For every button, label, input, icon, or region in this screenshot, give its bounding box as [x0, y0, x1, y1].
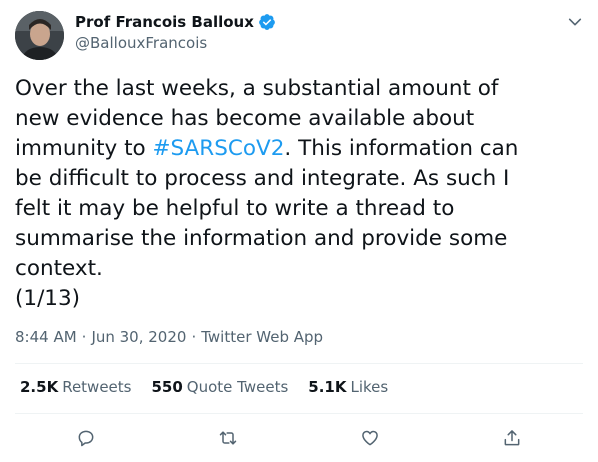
share-icon — [504, 430, 520, 446]
likes-stat[interactable]: 5.1K Likes — [308, 378, 388, 396]
retweet-button[interactable] — [216, 426, 240, 450]
author-display-name[interactable]: Prof Francois Balloux — [75, 13, 254, 31]
likes-label: Likes — [350, 378, 389, 396]
tweet-text: Over the last weeks, a substantial amoun… — [15, 74, 580, 314]
author-handle[interactable]: @BallouxFrancois — [75, 34, 207, 52]
tweet-line: new evidence has become available about — [15, 106, 475, 131]
tweet-line: felt it may be helpful to write a thread… — [15, 196, 455, 221]
avatar[interactable] — [15, 11, 64, 60]
retweets-label: Retweets — [62, 378, 132, 396]
verified-badge-icon — [259, 14, 275, 30]
author-name-row: Prof Francois Balloux — [75, 13, 276, 31]
tweet-line-text: . This information can — [284, 136, 519, 161]
tweet-line: context. — [15, 256, 103, 281]
tweet-line-text: immunity to — [15, 136, 153, 161]
tweet-source[interactable]: Twitter Web App — [201, 328, 323, 346]
retweets-count: 2.5K — [20, 378, 59, 396]
tweet-meta: 8:44 AM · Jun 30, 2020 · Twitter Web App — [15, 328, 323, 346]
heart-icon — [362, 430, 378, 446]
likes-count: 5.1K — [308, 378, 347, 396]
reply-icon — [78, 430, 94, 447]
tweet-time[interactable]: 8:44 AM — [15, 328, 77, 346]
share-button[interactable] — [500, 426, 524, 450]
retweets-stat[interactable]: 2.5K Retweets — [20, 378, 131, 396]
quote-tweets-label: Quote Tweets — [186, 378, 289, 396]
tweet-line: immunity to #SARSCoV2. This information … — [15, 134, 580, 164]
reply-button[interactable] — [74, 426, 98, 450]
divider — [15, 413, 583, 414]
divider — [15, 363, 583, 364]
retweet-icon — [219, 431, 237, 445]
quote-tweets-count: 550 — [151, 378, 183, 396]
tweet-actions — [0, 424, 598, 452]
tweet-line: summarise the information and provide so… — [15, 226, 508, 251]
hashtag-link[interactable]: #SARSCoV2 — [153, 136, 285, 161]
tweet-date[interactable]: Jun 30, 2020 — [91, 328, 186, 346]
quote-tweets-stat[interactable]: 550 Quote Tweets — [151, 378, 288, 396]
like-button[interactable] — [358, 426, 382, 450]
tweet-stats: 2.5K Retweets 550 Quote Tweets 5.1K Likes — [20, 378, 408, 396]
tweet-line: (1/13) — [15, 286, 81, 311]
meta-separator: · — [191, 328, 197, 346]
tweet-line: be difficult to process and integrate. A… — [15, 166, 510, 191]
avatar-photo — [15, 11, 64, 60]
tweet-line: Over the last weeks, a substantial amoun… — [15, 76, 499, 101]
chevron-down-icon[interactable] — [567, 14, 583, 30]
meta-separator: · — [81, 328, 87, 346]
